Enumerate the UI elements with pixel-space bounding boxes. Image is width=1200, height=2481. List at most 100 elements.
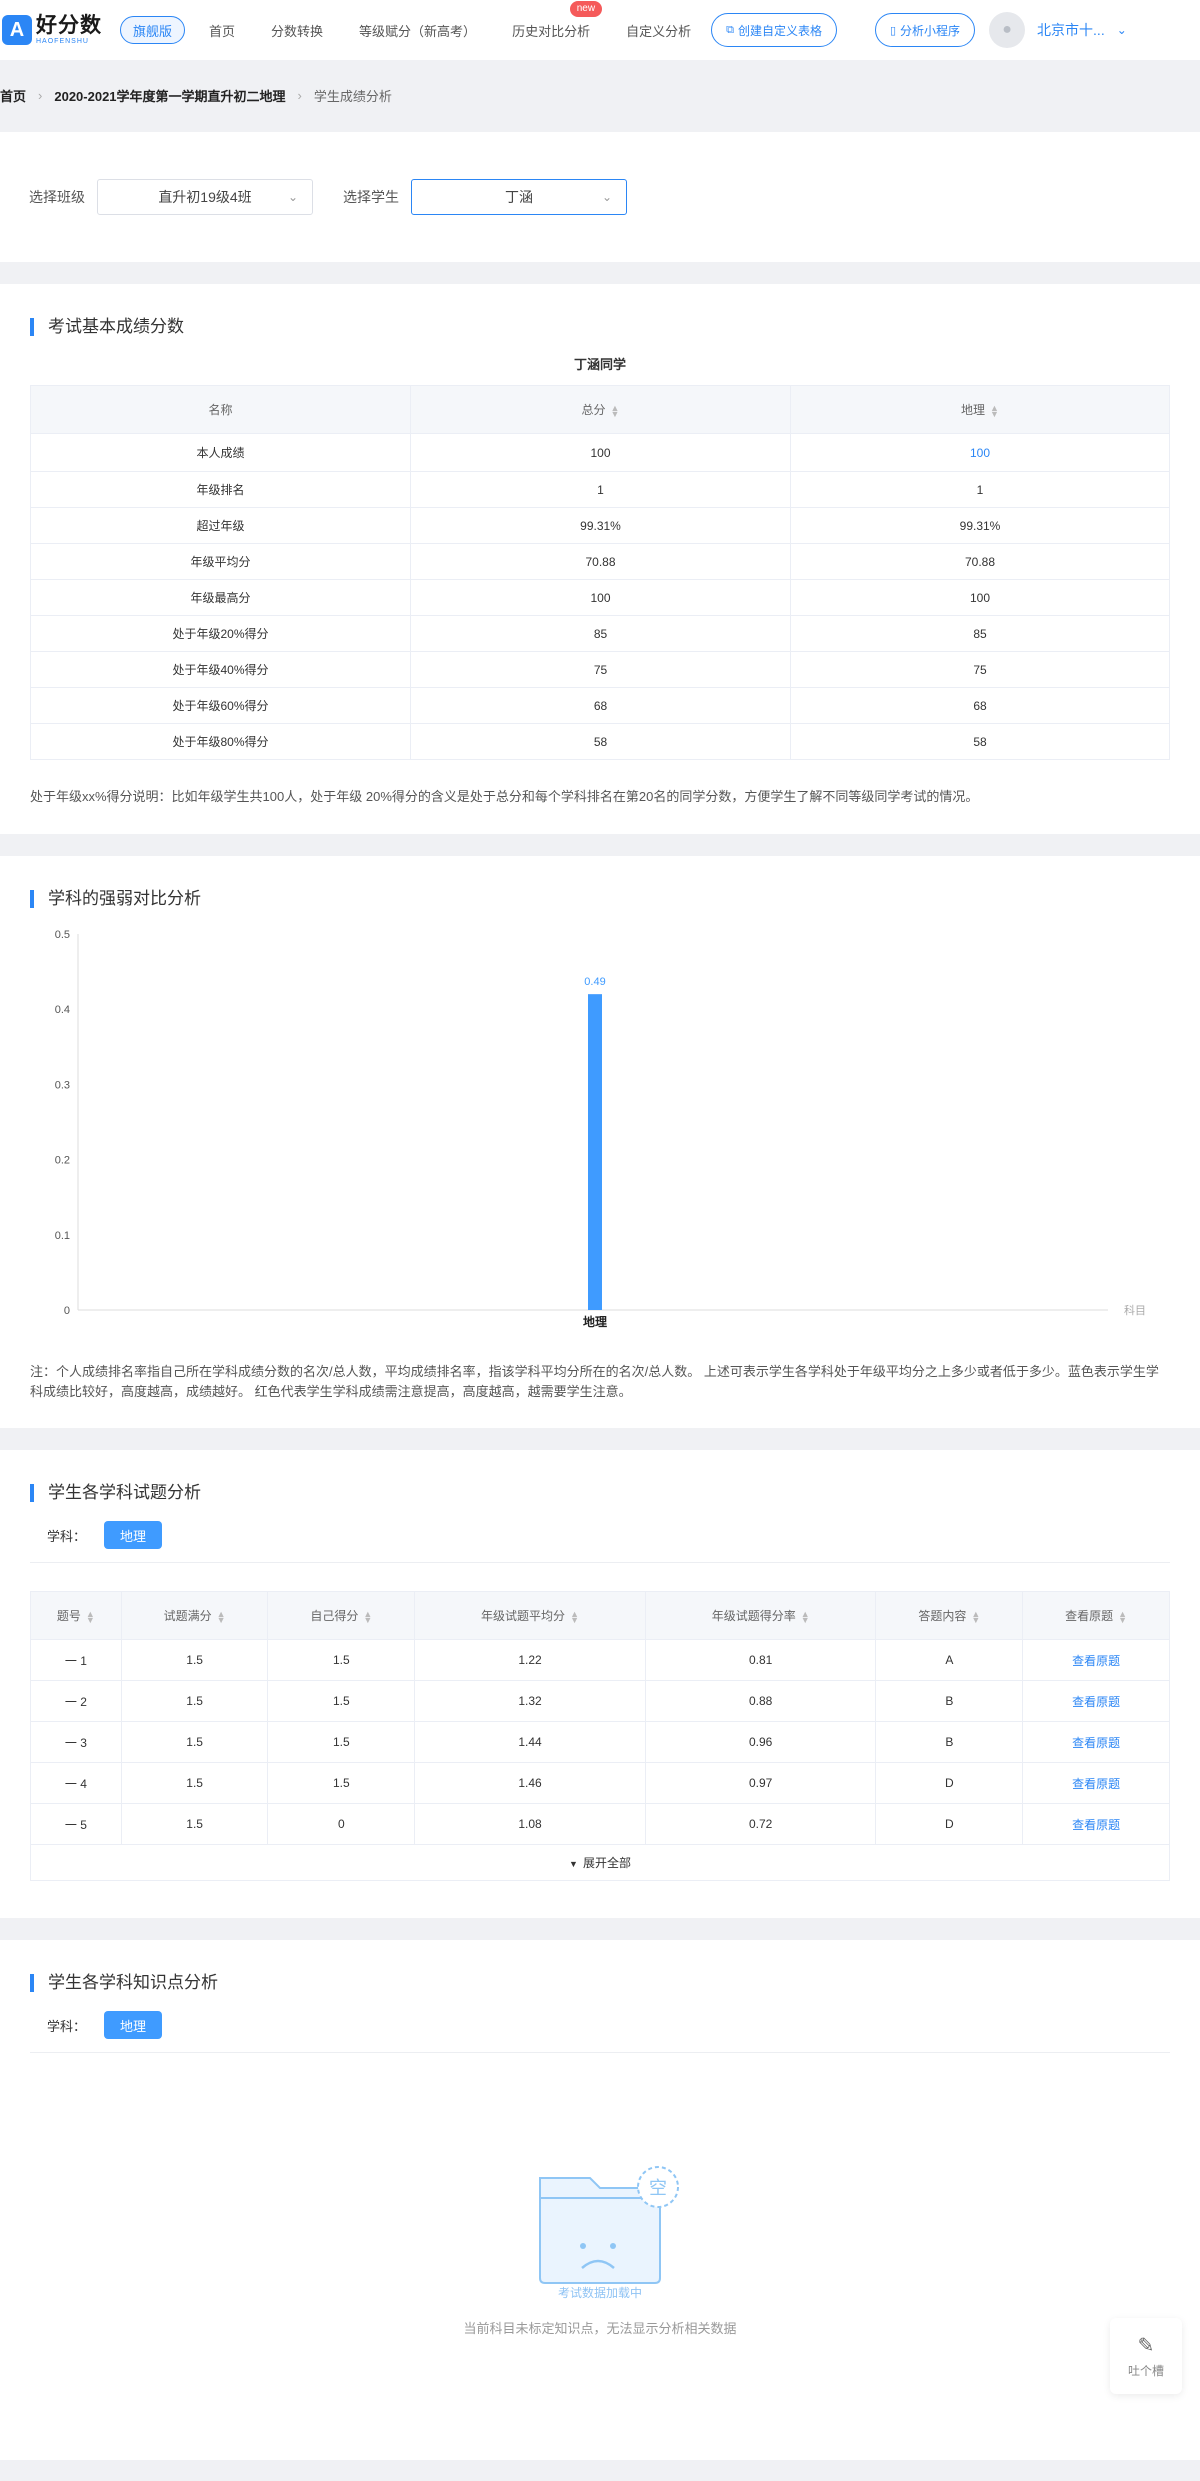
table-cell: A [875, 1639, 1024, 1681]
subject-tag-geography[interactable]: 地理 [104, 1521, 163, 1549]
nav-custom-analysis[interactable]: 自定义分析 [626, 21, 691, 40]
logo-subtitle: HAOFENSHU [36, 38, 89, 45]
edit-icon: ✎ [1137, 2335, 1155, 2357]
table-cell: D [875, 1762, 1024, 1804]
table-cell: 1.5 [120, 1762, 269, 1804]
flagship-badge[interactable]: 旗舰版 [120, 16, 186, 44]
sort-icon[interactable]: ▲ ▼ [611, 403, 620, 418]
feedback-button[interactable]: ✎ 吐个槽 [1110, 2318, 1182, 2394]
breadcrumb-home[interactable]: 首页 [0, 86, 26, 105]
create-custom-table-button[interactable]: ⧉ 创建自定义表格 [711, 13, 837, 47]
column-header[interactable]: 答题内容 ▲ ▼ [875, 1591, 1024, 1640]
student-select[interactable]: 丁涵 ⌄ [411, 179, 627, 215]
table-cell: 0.96 [644, 1721, 877, 1763]
expand-all-button[interactable]: ▼ 展开全部 [30, 1844, 1170, 1881]
view-question-link[interactable]: 查看原题 [1022, 1639, 1170, 1681]
column-header[interactable]: 题号 ▲ ▼ [30, 1591, 122, 1640]
table-cell: 100 [790, 579, 1170, 616]
y-tick-label: 0.5 [55, 929, 70, 941]
table-row: 年级平均分 70.88 70.88 [30, 543, 1170, 580]
view-question-link[interactable]: 查看原题 [1022, 1762, 1170, 1804]
sort-icon[interactable]: ▲ ▼ [971, 1609, 980, 1624]
column-header[interactable]: 试题满分 ▲ ▼ [120, 1591, 269, 1640]
loading-text: 考试数据加载中 [557, 2286, 642, 2300]
table-cell: 一 3 [30, 1721, 122, 1763]
table-cell: 68 [410, 687, 791, 724]
filter-card: 选择班级 直升初19级4班 ⌄ 选择学生 丁涵 ⌄ [0, 132, 1200, 262]
bar-data-label: 0.49 [584, 976, 605, 988]
divider [30, 2052, 1170, 2053]
top-nav-bar: A 好分数 HAOFENSHU 旗舰版 首页 分数转换 等级赋分（新高考） 历史… [0, 0, 1200, 60]
caret-down-icon: ▼ [569, 1859, 578, 1869]
chevron-down-icon: ⌄ [601, 190, 612, 204]
nav-history-compare[interactable]: 历史对比分析 new [512, 0, 603, 40]
column-header-geography[interactable]: 地理 ▲ ▼ [790, 385, 1170, 434]
knowledge-title: 学生各学科知识点分析 [30, 1974, 218, 1992]
divider [30, 1562, 1170, 1563]
sort-icon[interactable]: ▲ ▼ [801, 1609, 810, 1624]
knowledge-card: 学生各学科知识点分析 学科： 地理 空 考试数据加载中 当前科目未标定知识点，无… [0, 1940, 1200, 2460]
sort-icon[interactable]: ▲ ▼ [1118, 1609, 1127, 1624]
column-header-total[interactable]: 总分 ▲ ▼ [410, 385, 791, 434]
expand-all-label: 展开全部 [582, 1856, 631, 1870]
table-cell: 一 4 [30, 1762, 122, 1804]
table-row: 年级排名 1 1 [30, 471, 1170, 508]
view-question-link[interactable]: 查看原题 [1022, 1803, 1170, 1845]
table-row: 本人成绩 100 100 [30, 433, 1170, 472]
nav-score-conversion[interactable]: 分数转换 [271, 21, 323, 40]
table-row: 一 3 1.5 1.5 1.44 0.96 B 查看原题 [30, 1721, 1170, 1763]
sort-icon[interactable]: ▲ ▼ [990, 403, 999, 418]
chevron-down-icon: ⌄ [287, 190, 298, 204]
basic-scores-card: 考试基本成绩分数 丁涵同学 名称 总分 ▲ ▼ 地理 ▲ ▼ 本人成绩 100 100 年级排… [0, 284, 1200, 834]
nav-grade-assignment[interactable]: 等级赋分（新高考） [359, 21, 476, 40]
table-cell: 68 [790, 687, 1170, 724]
sort-icon[interactable]: ▲ ▼ [86, 1609, 95, 1624]
x-axis-label: 科目 [1124, 1303, 1146, 1317]
strength-card: 学科的强弱对比分析 0 0.1 0.2 0.3 0.4 0.5 科目 0.49 地理 注：个人成… [0, 856, 1200, 1428]
student-select-label: 选择学生 [343, 189, 399, 205]
table-row: 处于年级40%得分 75 75 [30, 651, 1170, 688]
table-cell: 100 [410, 579, 791, 616]
sort-icon[interactable]: ▲ ▼ [363, 1609, 372, 1624]
table-cell: 1.44 [414, 1721, 646, 1763]
table-cell: 0.81 [644, 1639, 877, 1681]
strength-bar-chart: 0 0.1 0.2 0.3 0.4 0.5 科目 0.49 地理 [55, 929, 1146, 1329]
feedback-label: 吐个槽 [1127, 2364, 1164, 2378]
table-cell: 58 [410, 723, 791, 760]
logo-icon: A [2, 15, 32, 45]
view-question-link[interactable]: 查看原题 [1022, 1721, 1170, 1763]
table-cell: 1 [410, 471, 791, 508]
user-menu[interactable]: ● 北京市十... ⌄ [989, 12, 1127, 48]
table-cell: B [875, 1680, 1024, 1722]
table-cell: 70.88 [790, 543, 1170, 580]
mini-program-label: 分析小程序 [900, 23, 961, 38]
breadcrumb-exam[interactable]: 2020-2021学年度第一学期直升初二地理 [54, 86, 285, 105]
column-header[interactable]: 查看原题 ▲ ▼ [1022, 1591, 1170, 1640]
table-cell: 1.5 [120, 1639, 269, 1681]
view-question-link[interactable]: 查看原题 [1022, 1680, 1170, 1722]
sort-icon[interactable]: ▲ ▼ [217, 1609, 226, 1624]
x-tick-label: 地理 [583, 1314, 607, 1329]
table-cell: 1.5 [267, 1721, 416, 1763]
table-cell: 1.5 [120, 1803, 269, 1845]
table-cell: 1 [790, 471, 1170, 508]
y-tick-label: 0.4 [55, 1004, 70, 1016]
mini-program-button[interactable]: ▯ 分析小程序 [874, 13, 976, 47]
column-header[interactable]: 自己得分 ▲ ▼ [267, 1591, 416, 1640]
app-logo[interactable]: A 好分数 HAOFENSHU [2, 15, 120, 45]
user-name: 北京市十... [1037, 22, 1105, 38]
breadcrumb: 首页 › 2020-2021学年度第一学期直升初二地理 › 学生成绩分析 [0, 74, 392, 116]
column-header[interactable]: 年级试题得分率 ▲ ▼ [644, 1591, 877, 1640]
nav-home[interactable]: 首页 [209, 21, 235, 40]
subject-tag-geography[interactable]: 地理 [104, 2011, 163, 2039]
subject-label: 学科： [47, 2018, 87, 2034]
sort-icon[interactable]: ▲ ▼ [570, 1609, 579, 1624]
column-header[interactable]: 年级试题平均分 ▲ ▼ [414, 1591, 646, 1640]
table-cell: 年级排名 [30, 471, 411, 508]
class-select[interactable]: 直升初19级4班 ⌄ [97, 179, 313, 215]
logo-name: 好分数 [36, 14, 102, 37]
nav-history-compare-label: 历史对比分析 [512, 23, 591, 39]
table-row: 一 5 1.5 0 1.08 0.72 D 查看原题 [30, 1803, 1170, 1845]
table-cell: 1.5 [267, 1762, 416, 1804]
student-select-value: 丁涵 [505, 189, 533, 205]
